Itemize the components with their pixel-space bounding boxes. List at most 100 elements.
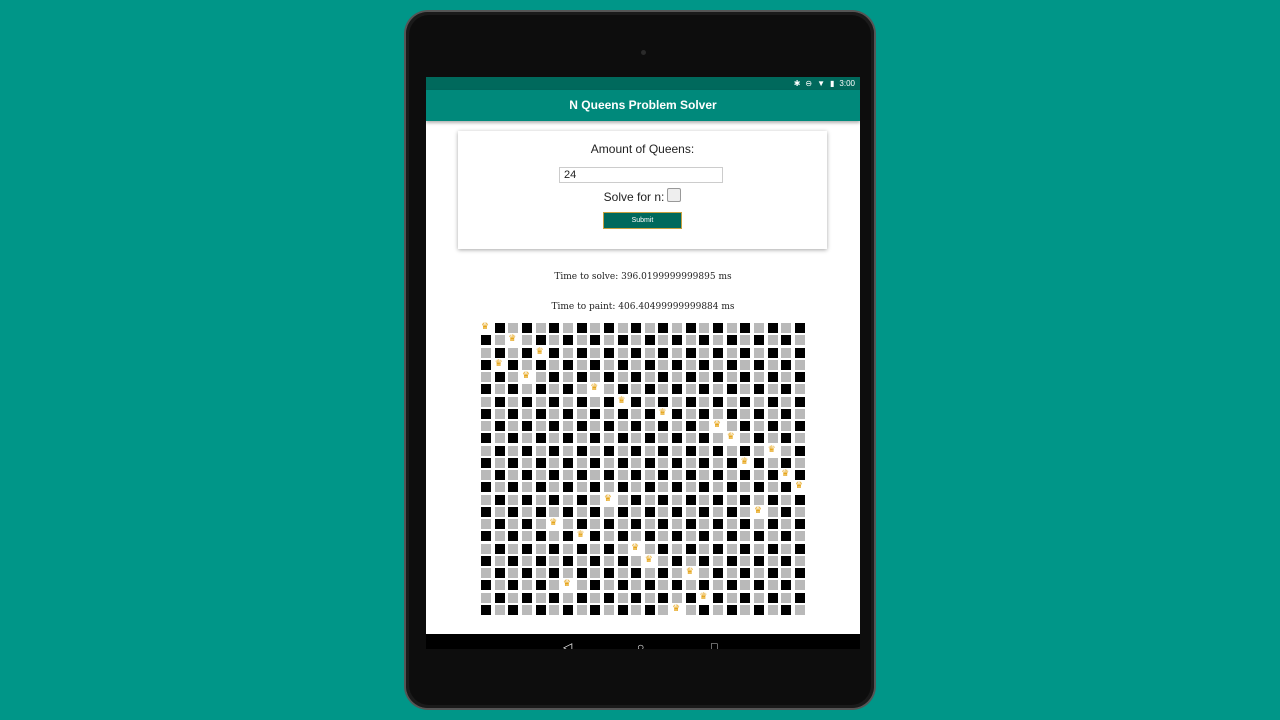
board-square-queen: ♛	[699, 591, 710, 603]
board-square	[508, 568, 519, 578]
crown-icon: ♛	[481, 321, 490, 331]
board-square	[754, 421, 764, 431]
board-square	[494, 384, 505, 395]
board-square	[508, 457, 519, 468]
board-square	[576, 519, 587, 529]
board-square-queen: ♛	[726, 431, 737, 444]
board-square	[644, 519, 655, 529]
board-square	[631, 433, 642, 444]
board-square	[685, 457, 696, 468]
board-square	[699, 335, 710, 346]
board-square	[481, 433, 491, 444]
crown-icon: ♛	[535, 345, 544, 356]
back-icon[interactable]: ◁	[563, 639, 572, 649]
board-square	[535, 421, 546, 431]
board-square-queen: ♛	[549, 517, 560, 529]
board-square	[754, 347, 764, 358]
board-square	[767, 604, 778, 615]
solve-for-n-checkbox[interactable]	[667, 188, 682, 202]
tablet-bezel: ✱ ⊖ ▼ ▮ 3:00 N Queens Problem Solver Amo…	[409, 15, 871, 705]
board-square	[562, 384, 573, 395]
board-square	[713, 396, 724, 407]
board-square	[494, 531, 505, 542]
board-square	[603, 335, 614, 346]
board-square	[508, 470, 519, 480]
board-square	[767, 580, 778, 591]
board-square	[549, 433, 560, 444]
board-square	[644, 421, 655, 431]
board-square	[549, 555, 560, 566]
board-square	[754, 433, 764, 444]
board-square	[617, 580, 628, 591]
board-square	[781, 396, 792, 407]
board-square	[631, 457, 642, 468]
board-square	[562, 592, 573, 603]
board-square	[781, 384, 792, 395]
board-square	[617, 494, 628, 505]
crown-icon: ♛	[794, 480, 804, 491]
board-square	[481, 555, 491, 566]
board-square	[658, 457, 669, 468]
board-square	[699, 470, 710, 480]
board-square	[658, 359, 669, 370]
board-square	[672, 580, 683, 591]
recents-icon[interactable]: □	[711, 639, 718, 649]
board-square	[740, 568, 751, 578]
board-square	[685, 347, 696, 358]
board-square	[549, 396, 560, 407]
board-square	[576, 457, 587, 468]
board-square	[658, 604, 669, 615]
board-square	[699, 396, 710, 407]
board-square	[794, 580, 805, 591]
amount-input[interactable]: 24	[559, 167, 723, 183]
board-square	[658, 347, 669, 358]
board-square	[658, 592, 669, 603]
board-square	[521, 408, 532, 419]
board-square	[672, 531, 683, 542]
board-square	[576, 335, 587, 346]
board-square	[617, 470, 628, 480]
submit-button[interactable]: Submit	[603, 212, 682, 229]
board-square	[549, 372, 560, 382]
board-square	[617, 568, 628, 578]
board-square-queen: ♛	[794, 480, 805, 493]
board-square	[644, 580, 655, 591]
board-square	[631, 482, 642, 493]
board-square	[494, 323, 505, 333]
board-square	[631, 408, 642, 419]
board-square	[672, 347, 683, 358]
board-square	[699, 494, 710, 505]
board-square	[549, 568, 560, 578]
board-square	[794, 433, 805, 444]
board-square	[481, 335, 491, 346]
board-square	[481, 421, 491, 431]
board-square	[672, 519, 683, 529]
board-square	[549, 494, 560, 505]
board-square	[535, 433, 546, 444]
board-square	[521, 519, 532, 529]
board-square	[754, 580, 764, 591]
board-square	[481, 408, 491, 419]
board-square	[754, 372, 764, 382]
board-square	[781, 482, 792, 493]
board-square	[644, 384, 655, 395]
board-square	[508, 506, 519, 517]
board-square	[699, 323, 710, 333]
board-square	[658, 396, 669, 407]
board-square	[740, 519, 751, 529]
home-icon[interactable]: ○	[637, 639, 644, 649]
board-square	[685, 384, 696, 395]
board-square	[535, 359, 546, 370]
board-square	[781, 543, 792, 554]
board-square	[726, 372, 737, 382]
board-square	[781, 335, 792, 346]
board-square	[576, 421, 587, 431]
board-square	[508, 494, 519, 505]
crown-icon: ♛	[494, 357, 503, 368]
board-square	[699, 506, 710, 517]
board-square	[713, 408, 724, 419]
app-title: N Queens Problem Solver	[569, 98, 717, 112]
board-square	[590, 568, 601, 578]
board-square	[562, 359, 573, 370]
board-square	[535, 372, 546, 382]
